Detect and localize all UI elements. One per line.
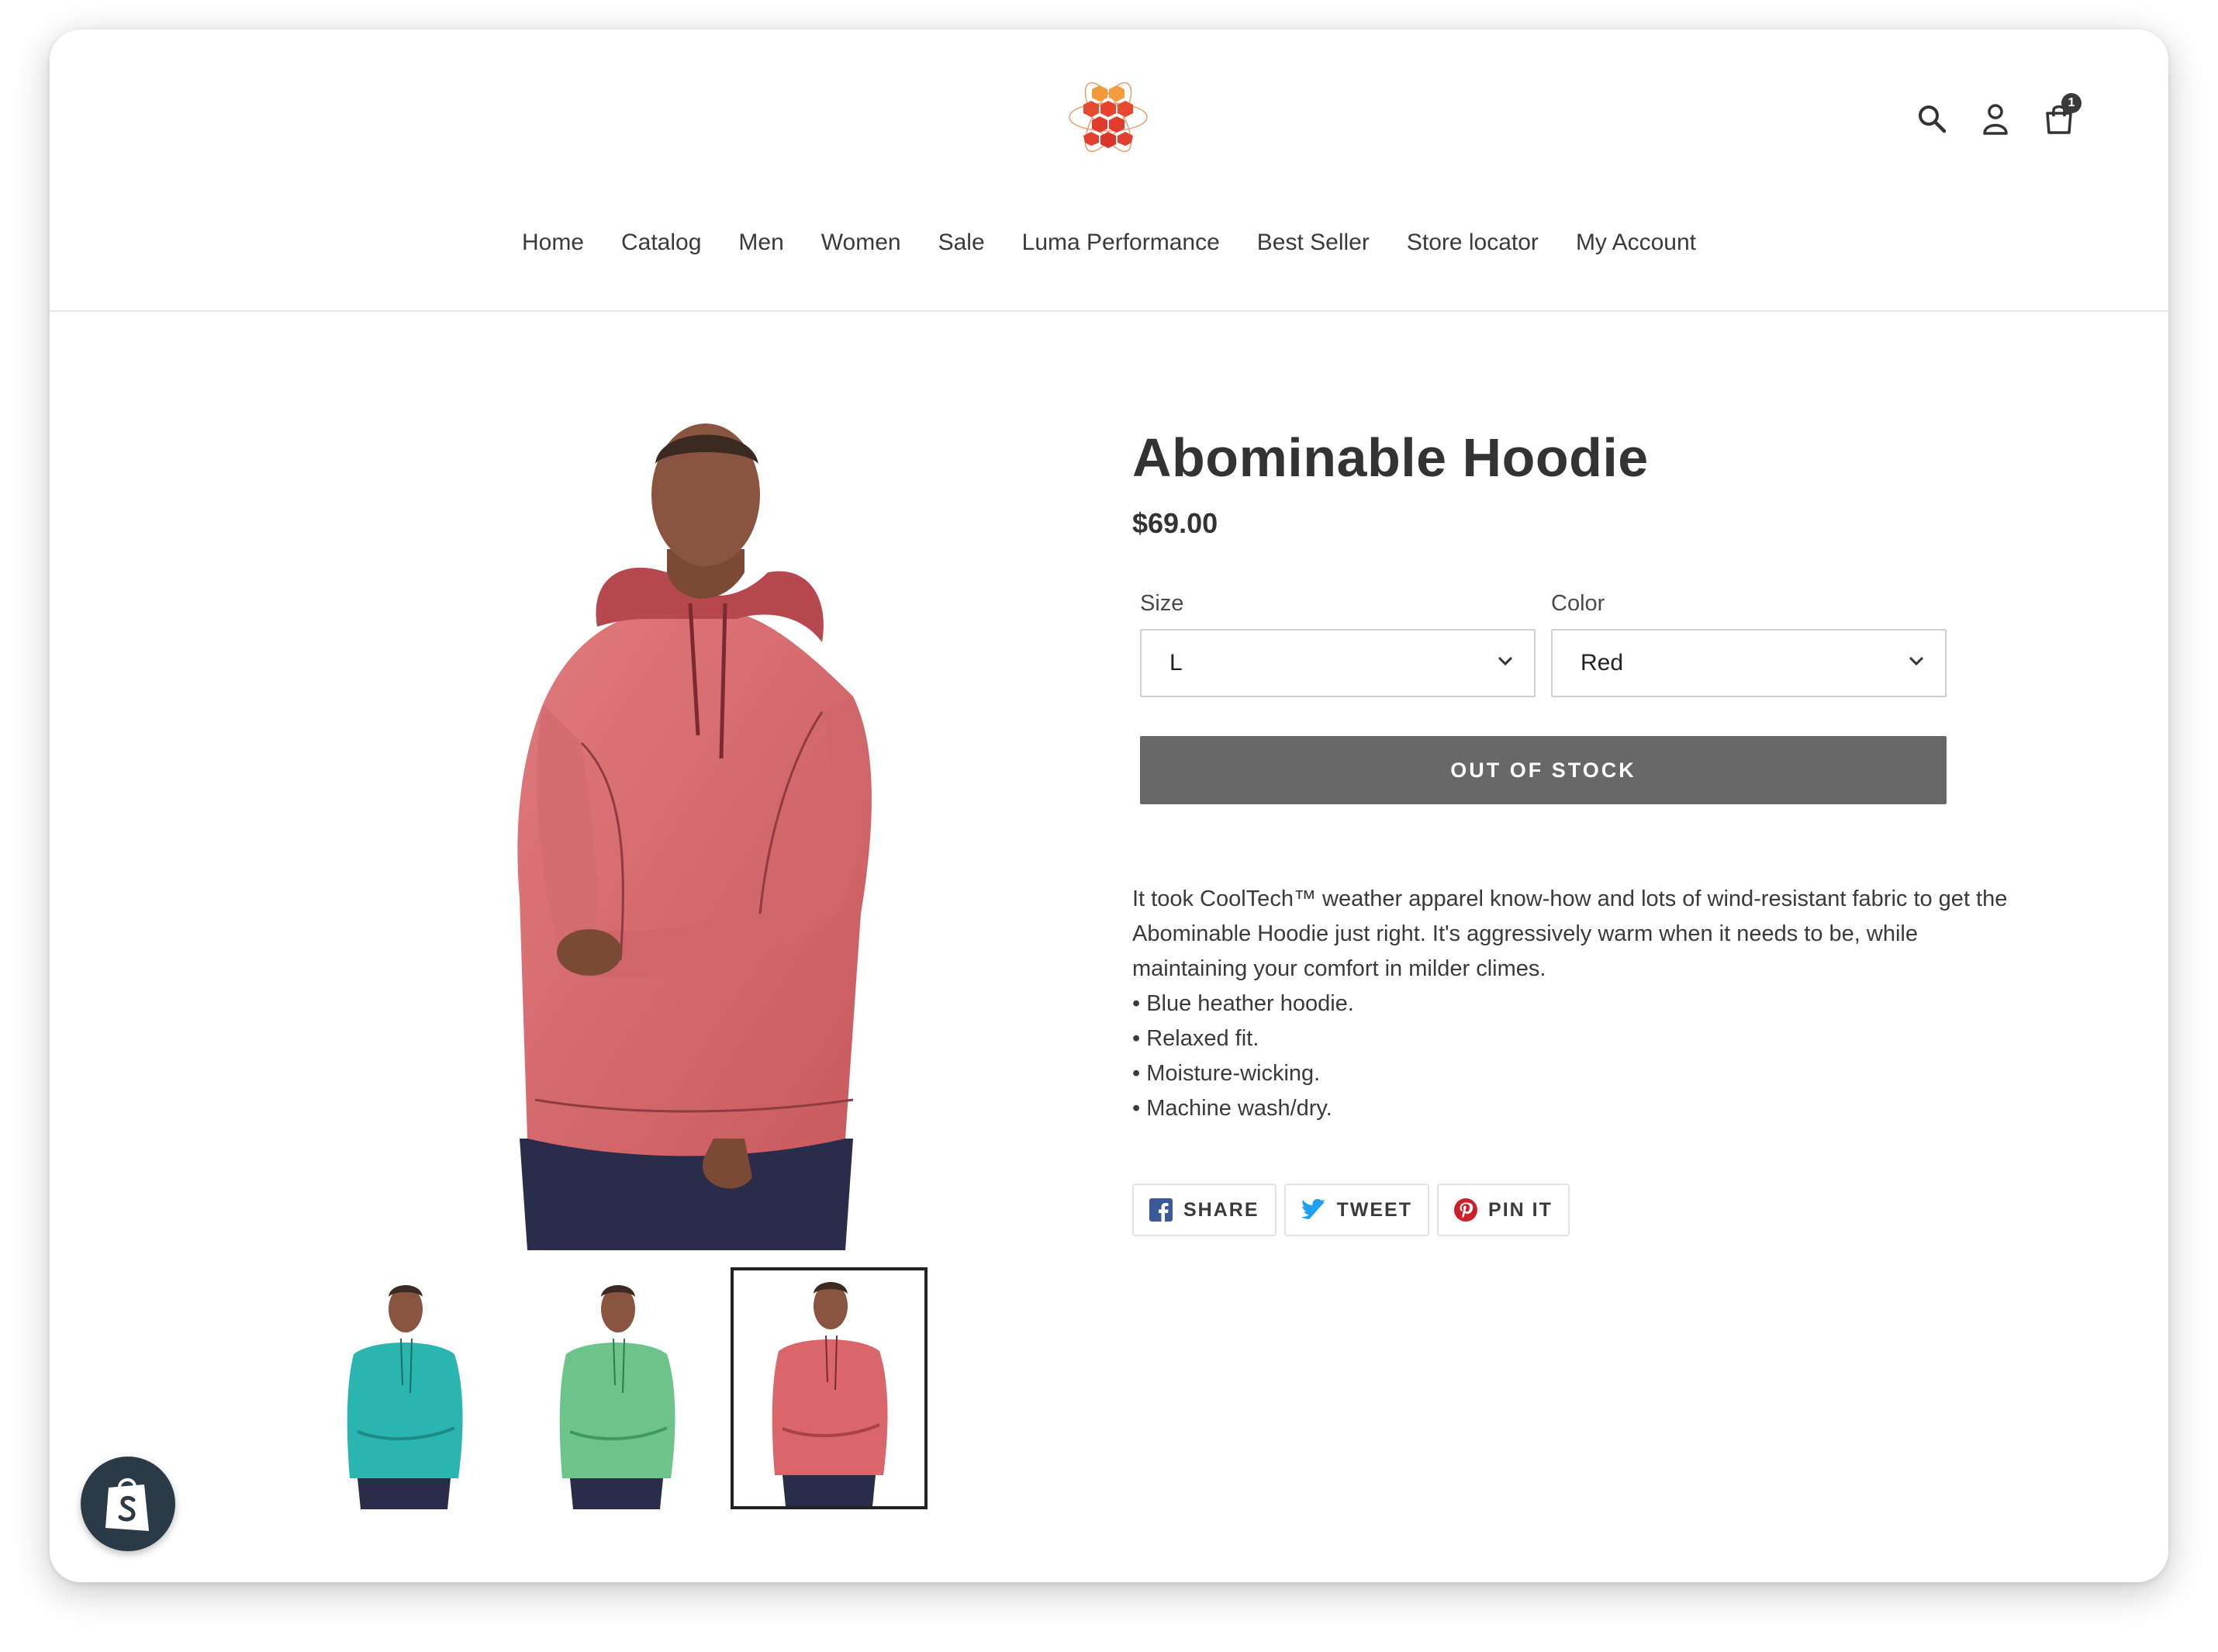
share-facebook-button[interactable]: SHARE — [1132, 1184, 1277, 1236]
nav-men[interactable]: Men — [738, 230, 783, 256]
pin-label: PIN IT — [1488, 1198, 1553, 1221]
nav-women[interactable]: Women — [821, 230, 901, 256]
product-info: Abominable Hoodie $69.00 Size L Color Re… — [1132, 427, 2009, 1236]
share-pinterest-button[interactable]: PIN IT — [1437, 1184, 1570, 1236]
size-value: L — [1169, 650, 1183, 676]
nav-home[interactable]: Home — [522, 230, 584, 256]
product-main-image[interactable] — [512, 417, 969, 1250]
size-label: Size — [1140, 591, 1184, 616]
nav-sale[interactable]: Sale — [938, 230, 985, 256]
search-icon[interactable] — [1914, 101, 1950, 137]
product-thumbnails — [306, 1267, 943, 1509]
twitter-icon — [1301, 1199, 1325, 1219]
facebook-icon — [1149, 1198, 1173, 1222]
chevron-down-icon — [1909, 656, 1924, 666]
social-share: SHARE TWEET PIN IT — [1132, 1184, 2009, 1236]
shopify-bag-icon — [105, 1478, 149, 1531]
account-icon[interactable] — [1978, 101, 2013, 137]
store-logo[interactable] — [1066, 74, 1151, 160]
tweet-label: TWEET — [1336, 1198, 1413, 1221]
nav-best-seller[interactable]: Best Seller — [1257, 230, 1370, 256]
main-navigation: Home Catalog Men Women Sale Luma Perform… — [50, 230, 2168, 256]
pinterest-icon — [1454, 1198, 1478, 1222]
product-price: $69.00 — [1132, 507, 1218, 539]
chevron-down-icon — [1498, 656, 1513, 666]
shopify-chat-button[interactable] — [81, 1457, 175, 1551]
nav-store-locator[interactable]: Store locator — [1407, 230, 1539, 256]
header-icons: 1 — [1914, 93, 2082, 137]
color-select[interactable]: Red — [1551, 629, 1947, 697]
product-title: Abominable Hoodie — [1132, 427, 1649, 488]
variant-selectors: Size L Color Red — [1140, 591, 2009, 697]
color-label: Color — [1551, 591, 1605, 616]
nav-luma-performance[interactable]: Luma Performance — [1022, 230, 1220, 256]
thumbnail-green[interactable] — [518, 1267, 715, 1509]
out-of-stock-button[interactable]: OUT OF STOCK — [1140, 736, 1947, 804]
product-description: It took CoolTech™ weather apparel know-h… — [1132, 882, 2009, 1126]
size-group: Size L — [1140, 591, 1536, 697]
bullet-item: • Blue heather hoodie. — [1132, 991, 1354, 1016]
site-header: 1 Home Catalog Men Women Sale Luma Perfo… — [50, 29, 2168, 312]
browser-window: 1 Home Catalog Men Women Sale Luma Perfo… — [50, 29, 2168, 1582]
bullet-item: • Machine wash/dry. — [1132, 1096, 1332, 1121]
description-text: It took CoolTech™ weather apparel know-h… — [1132, 886, 2008, 981]
cart-count-badge: 1 — [2061, 93, 2082, 113]
color-group: Color Red — [1551, 591, 1947, 697]
color-value: Red — [1581, 650, 1624, 676]
bullet-item: • Relaxed fit. — [1132, 1026, 1259, 1051]
share-label: SHARE — [1183, 1198, 1259, 1221]
thumbnail-red-selected[interactable] — [731, 1267, 928, 1509]
bullet-item: • Moisture-wicking. — [1132, 1061, 1321, 1086]
share-twitter-button[interactable]: TWEET — [1283, 1184, 1430, 1236]
size-select[interactable]: L — [1140, 629, 1536, 697]
thumbnail-teal[interactable] — [306, 1267, 503, 1509]
nav-my-account[interactable]: My Account — [1576, 230, 1696, 256]
cart-icon[interactable]: 1 — [2041, 93, 2082, 137]
nav-catalog[interactable]: Catalog — [621, 230, 701, 256]
